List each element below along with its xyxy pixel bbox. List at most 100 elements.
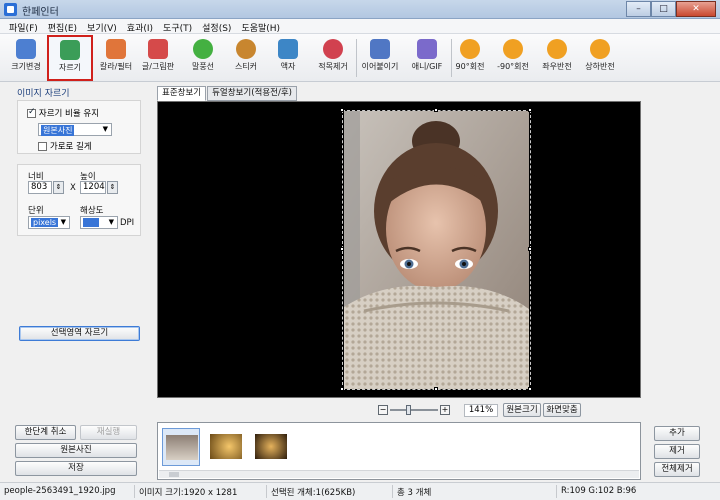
- unit-select[interactable]: pixels ▼: [28, 216, 70, 229]
- undo-button[interactable]: 한단계 취소: [15, 425, 76, 440]
- crop-handle[interactable]: [434, 387, 438, 391]
- title-bar: 한페인터 – □ ✕: [0, 0, 720, 19]
- speech-bubble-icon: [193, 39, 213, 59]
- status-separator: [392, 485, 393, 498]
- thumbnail-image: [210, 434, 242, 459]
- landscape-checkbox[interactable]: 가로로 길게: [38, 140, 92, 152]
- resize-tool-button[interactable]: 크기변경: [4, 36, 48, 80]
- status-separator: [266, 485, 267, 498]
- toolbar: 크기변경 자르기 칼라/필터 글/그림판 말풍선 스티커 액자 적목제거 이어붙…: [0, 34, 720, 82]
- thumbnail-image: [166, 435, 198, 460]
- menu-settings[interactable]: 설정(S): [197, 19, 236, 34]
- menu-help[interactable]: 도움말(H): [236, 19, 285, 34]
- rotate-minus-90-button[interactable]: -90°회전: [491, 36, 535, 80]
- status-separator: [556, 485, 557, 498]
- text-draw-tool-button[interactable]: 글/그림판: [136, 36, 180, 80]
- thumbnail-item[interactable]: [252, 428, 290, 466]
- app-icon: [4, 3, 17, 16]
- zoom-slider-track: [390, 409, 438, 411]
- window-title: 한페인터: [22, 7, 59, 18]
- chevron-down-icon: ▼: [108, 218, 114, 226]
- flip-horizontal-button[interactable]: 좌우반전: [535, 36, 579, 80]
- width-input[interactable]: 803: [28, 181, 52, 194]
- dpi-label: DPI: [120, 218, 135, 228]
- image-canvas[interactable]: [157, 101, 641, 398]
- crop-selection-box[interactable]: [342, 110, 531, 390]
- size-group: 너비 높이 803 ⇕ X 1204 ⇕ 단위 해상도 pixels ▼ ▼ D…: [17, 164, 141, 236]
- menu-edit[interactable]: 편집(E): [43, 19, 82, 34]
- gif-icon: [417, 39, 437, 59]
- status-image-size: 이미지 크기:1920 x 1281: [139, 488, 238, 498]
- animated-gif-tool-button[interactable]: 애니/GIF: [404, 36, 450, 80]
- brush-icon: [148, 39, 168, 59]
- speech-bubble-tool-button[interactable]: 말풍선: [181, 36, 225, 80]
- window-controls: – □ ✕: [626, 1, 716, 17]
- sticker-tool-button[interactable]: 스티커: [224, 36, 268, 80]
- status-rgb: R:109 G:102 B:96: [561, 486, 637, 496]
- landscape-label: 가로로 길게: [49, 142, 92, 152]
- unit-label: 단위: [28, 206, 44, 216]
- status-separator: [134, 485, 135, 498]
- crop-handle[interactable]: [340, 247, 344, 251]
- frame-icon: [278, 39, 298, 59]
- crop-handle[interactable]: [340, 387, 344, 391]
- palette-icon: [106, 39, 126, 59]
- save-button[interactable]: 저장: [15, 461, 137, 476]
- zoom-out-button[interactable]: −: [378, 405, 388, 415]
- height-spinner[interactable]: ⇕: [107, 181, 118, 194]
- merge-icon: [370, 39, 390, 59]
- status-filename: people-2563491_1920.jpg: [4, 486, 116, 496]
- color-filter-tool-button[interactable]: 칼라/필터: [94, 36, 138, 80]
- resolution-select[interactable]: ▼: [80, 216, 118, 229]
- menu-tools[interactable]: 도구(T): [158, 19, 197, 34]
- original-photo-button[interactable]: 원본사진: [15, 443, 137, 458]
- fit-to-screen-button[interactable]: 화면맞춤: [543, 403, 581, 417]
- red-eye-tool-button[interactable]: 적목제거: [311, 36, 355, 80]
- close-button[interactable]: ✕: [676, 1, 716, 17]
- thumbnail-strip[interactable]: [157, 422, 641, 480]
- tab-dual-view[interactable]: 듀얼창보기(적용전/후): [207, 86, 297, 101]
- zoom-in-button[interactable]: +: [440, 405, 450, 415]
- height-input[interactable]: 1204: [80, 181, 106, 194]
- crop-handle[interactable]: [528, 108, 532, 112]
- keep-ratio-checkbox[interactable]: 자르기 비율 유지: [27, 107, 99, 119]
- scrollbar-thumb[interactable]: [169, 472, 179, 477]
- maximize-button[interactable]: □: [651, 1, 676, 17]
- rotate-90-button[interactable]: 90°회전: [448, 36, 492, 80]
- thumbnail-item[interactable]: [207, 428, 245, 466]
- crop-handle[interactable]: [340, 108, 344, 112]
- remove-all-button[interactable]: 전체제거: [654, 462, 700, 477]
- crop-handle[interactable]: [528, 247, 532, 251]
- width-spinner[interactable]: ⇕: [53, 181, 64, 194]
- rotate-cw-icon: [460, 39, 480, 59]
- menu-file[interactable]: 파일(F): [4, 19, 43, 34]
- crop-handle[interactable]: [434, 108, 438, 112]
- tab-normal-view[interactable]: 표준창보기: [157, 86, 207, 101]
- zoom-slider-knob[interactable]: [406, 405, 411, 415]
- thumbnail-scrollbar[interactable]: [159, 470, 639, 478]
- remove-image-button[interactable]: 제거: [654, 444, 700, 459]
- flip-vertical-icon: [590, 39, 610, 59]
- flip-vertical-button[interactable]: 상하반전: [578, 36, 622, 80]
- ratio-group: 자르기 비율 유지 원본사진 ▼ 가로로 길게: [17, 100, 141, 154]
- crop-handle[interactable]: [528, 387, 532, 391]
- redo-button[interactable]: 재실행: [80, 425, 137, 440]
- crop-selection-button[interactable]: 선택영역 자르기: [19, 326, 140, 341]
- original-size-button[interactable]: 원본크기: [503, 403, 541, 417]
- minimize-button[interactable]: –: [626, 1, 651, 17]
- status-bar: people-2563491_1920.jpg 이미지 크기:1920 x 12…: [0, 482, 720, 500]
- zoom-slider[interactable]: [390, 405, 438, 415]
- crop-tool-button[interactable]: 자르기: [47, 35, 93, 81]
- thumbnail-item[interactable]: [162, 428, 200, 466]
- ratio-select[interactable]: 원본사진 ▼: [38, 123, 112, 136]
- chevron-down-icon: ▼: [102, 125, 108, 133]
- merge-tool-button[interactable]: 이어붙이기: [357, 36, 403, 80]
- red-eye-icon: [323, 39, 343, 59]
- menu-effects[interactable]: 효과(I): [122, 19, 158, 34]
- crop-options-panel: 이미지 자르기 자르기 비율 유지 원본사진 ▼ 가로로 길게 너비 높이 80…: [0, 82, 152, 482]
- section-title: 이미지 자르기: [17, 89, 70, 99]
- frame-tool-button[interactable]: 액자: [266, 36, 310, 80]
- add-image-button[interactable]: 추가: [654, 426, 700, 441]
- status-selected: 선택된 개체:1(625KB): [271, 488, 356, 498]
- menu-view[interactable]: 보기(V): [82, 19, 122, 34]
